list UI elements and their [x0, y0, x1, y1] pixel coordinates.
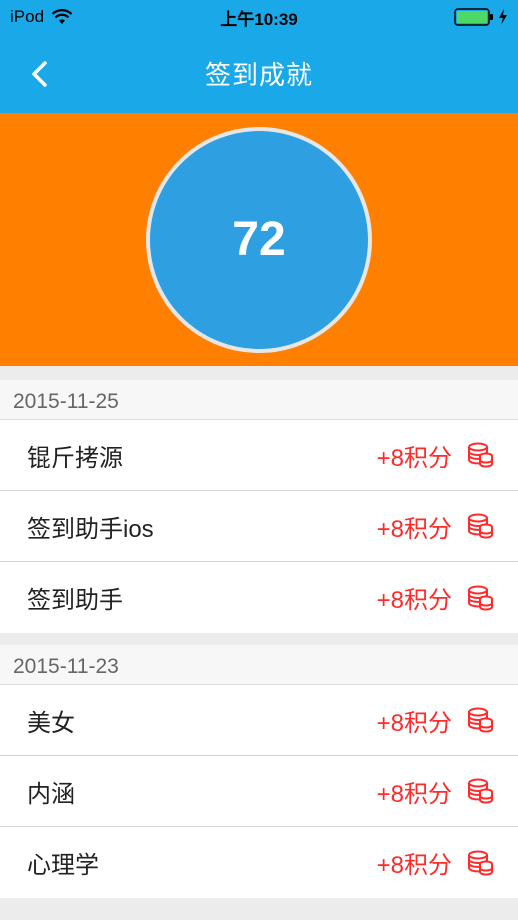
item-name: 美女: [27, 709, 75, 737]
coin-stack-icon: [468, 585, 493, 610]
coin-stack-icon: [468, 513, 493, 539]
page-title: 签到成就: [204, 60, 313, 90]
item-name: 签到助手ios: [27, 515, 154, 543]
list-item[interactable]: 签到助手 +8积分: [0, 562, 518, 633]
wifi-icon: [52, 9, 73, 24]
date-header: 2015-11-25: [0, 380, 518, 420]
points-label: +8积分: [376, 515, 452, 543]
item-name: 签到助手: [27, 587, 123, 614]
coin-stack-icon: [468, 850, 493, 875]
points-group: +8积分: [377, 774, 494, 809]
score-circle: 72: [146, 126, 372, 353]
list-item[interactable]: 锟斤拷源 +8积分: [0, 420, 518, 491]
list-item[interactable]: 内涵 +8积分: [0, 756, 518, 827]
score-value: 72: [232, 213, 286, 266]
list-item[interactable]: 美女 +8积分: [0, 685, 518, 756]
navigation-bar: 签到成就: [0, 34, 518, 113]
status-left: iPod: [10, 7, 73, 27]
points-group: +8积分: [377, 845, 494, 880]
points-group: +8积分: [377, 509, 494, 544]
points-label: +8积分: [376, 780, 452, 808]
points-group: +8积分: [377, 438, 494, 473]
battery-icon: [454, 8, 493, 26]
date-header: 2015-11-23: [0, 645, 518, 685]
chevron-left-icon[interactable]: [22, 56, 58, 92]
status-bar: iPod 上午10:39: [0, 0, 518, 34]
item-name: 内涵: [27, 780, 75, 808]
coin-stack-icon: [468, 442, 493, 468]
charging-bolt-icon: [499, 9, 507, 25]
history-section-1: 2015-11-25 锟斤拷源 +8积分 签到助手ios +8积分 签到助手 +…: [0, 380, 518, 633]
section-gap: [0, 633, 518, 645]
status-right: [454, 8, 508, 26]
coin-stack-icon: [468, 778, 493, 804]
carrier-label: iPod: [10, 7, 45, 26]
points-label: +8积分: [376, 444, 452, 472]
points-label: +8积分: [376, 709, 452, 737]
coin-stack-icon: [468, 707, 493, 733]
points-label: +8积分: [376, 587, 452, 614]
history-section-2: 2015-11-23 美女 +8积分 内涵 +8积分 心理学 +8积分: [0, 645, 518, 898]
item-name: 心理学: [27, 852, 99, 879]
points-group: +8积分: [377, 580, 494, 615]
list-item[interactable]: 签到助手ios +8积分: [0, 491, 518, 562]
item-name: 锟斤拷源: [27, 444, 123, 472]
points-label: +8积分: [376, 852, 452, 879]
status-time: 上午10:39: [220, 9, 298, 29]
score-banner: 72: [0, 113, 518, 366]
section-gap: [0, 366, 518, 380]
points-group: +8积分: [377, 703, 494, 738]
list-item[interactable]: 心理学 +8积分: [0, 827, 518, 898]
